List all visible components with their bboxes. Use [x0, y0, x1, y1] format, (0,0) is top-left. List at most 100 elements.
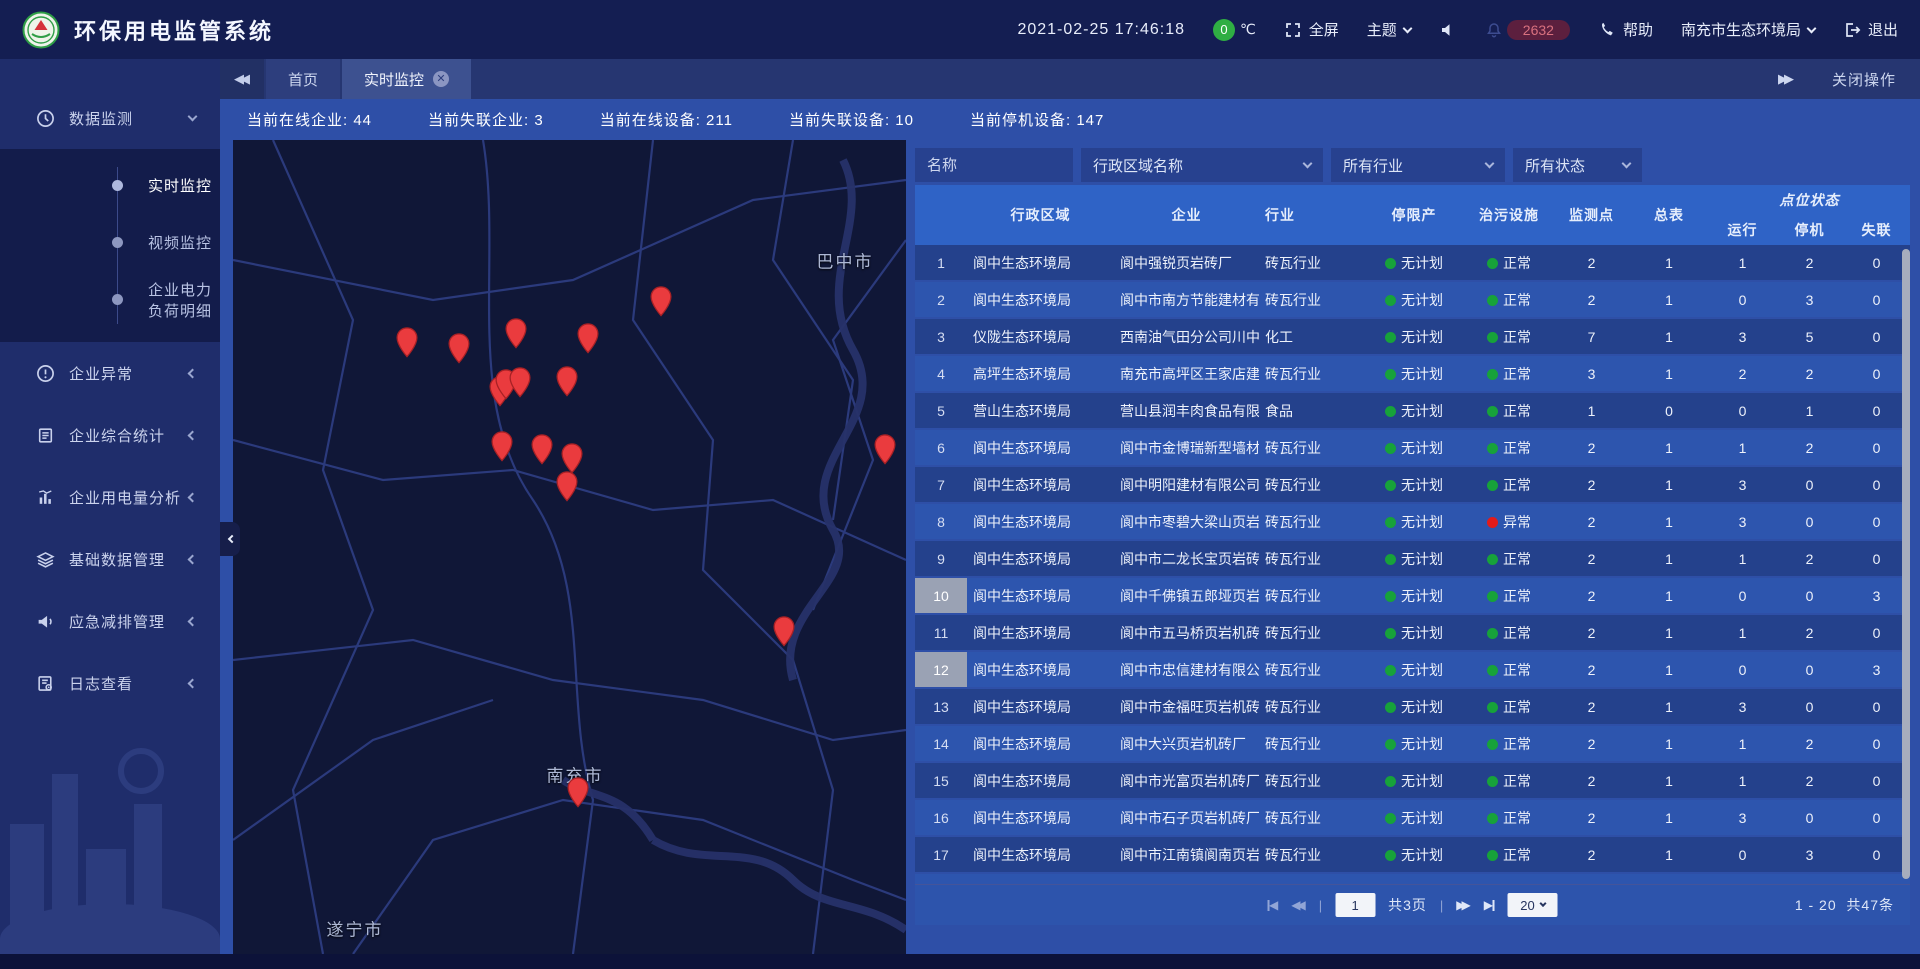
sidebar-group-6[interactable]: 应急减排管理 — [0, 590, 220, 652]
current-page-input[interactable]: 1 — [1335, 893, 1375, 917]
table-row[interactable]: 7阆中生态环境局阆中明阳建材有限公司砖瓦行业无计划正常21300 — [915, 467, 1910, 504]
sidebar-group-1[interactable]: 数据监测 — [0, 87, 220, 149]
cell-index: 1 — [915, 245, 967, 282]
tabs-scroll-left-button[interactable]: ◀◀ — [220, 59, 264, 99]
table-row[interactable]: 11阆中生态环境局阆中市五马桥页岩机砖砖瓦行业无计划正常21120 — [915, 615, 1910, 652]
status-dot — [1487, 776, 1498, 787]
sidebar-group-7[interactable]: 日志查看 — [0, 652, 220, 714]
status-dot — [1487, 554, 1498, 565]
table-row[interactable]: 4高坪生态环境局南充市高坪区王家店建砖瓦行业无计划正常31220 — [915, 356, 1910, 393]
table-scrollbar[interactable] — [1902, 249, 1910, 879]
table-row[interactable]: 14阆中生态环境局阆中大兴页岩机砖厂砖瓦行业无计划正常21120 — [915, 726, 1910, 763]
map-pin[interactable] — [561, 443, 584, 474]
region-filter-select[interactable]: 行政区域名称 — [1081, 148, 1323, 182]
panel-collapse-handle[interactable] — [220, 522, 240, 556]
table-row[interactable]: 18南部生态环境局南部县双化水泥有限公砖瓦行业无计划正常60060 — [915, 874, 1910, 884]
org-menu[interactable]: 南充市生态环境局 — [1681, 19, 1815, 40]
table-row[interactable]: 8阆中生态环境局阆中市枣碧大梁山页岩砖瓦行业无计划异常21300 — [915, 504, 1910, 541]
table-row[interactable]: 13阆中生态环境局阆中市金福旺页岩机砖砖瓦行业无计划正常21300 — [915, 689, 1910, 726]
sidebar-item-3[interactable]: 企业电力负荷明细 — [0, 271, 220, 328]
map-pin[interactable] — [874, 434, 897, 465]
map-pin[interactable] — [567, 777, 590, 808]
map-pin[interactable] — [577, 323, 600, 354]
notifications-button[interactable]: 2632 — [1485, 20, 1570, 40]
sidebar-group-5[interactable]: 基础数据管理 — [0, 528, 220, 590]
sidebar-group-2[interactable]: 企业异常 — [0, 342, 220, 404]
cell-points: 2 — [1554, 430, 1629, 467]
sidebar-item-2[interactable]: 视频监控 — [0, 214, 220, 271]
cell-limit-status: 无计划 — [1364, 615, 1464, 652]
cell-index: 14 — [915, 726, 967, 763]
cell-stopped: 0 — [1776, 504, 1843, 541]
help-button[interactable]: 帮助 — [1598, 19, 1653, 40]
map-pin[interactable] — [556, 471, 579, 502]
map-pin[interactable] — [491, 431, 514, 462]
map-pin[interactable] — [509, 367, 532, 398]
status-dot — [1385, 295, 1396, 306]
table-row[interactable]: 10阆中生态环境局阆中千佛镇五郎垭页岩砖瓦行业无计划正常21003 — [915, 578, 1910, 615]
page-size-select[interactable]: 20 — [1508, 893, 1558, 917]
tab-close-icon[interactable]: ✕ — [433, 71, 449, 87]
cell-region: 阆中生态环境局 — [967, 652, 1114, 689]
map-pin[interactable] — [505, 318, 528, 349]
table-row[interactable]: 12阆中生态环境局阆中市忠信建材有限公砖瓦行业无计划正常21003 — [915, 652, 1910, 689]
map-panel[interactable]: 巴中市南充市遂宁市 — [233, 140, 906, 954]
sidebar-group-3[interactable]: 企业综合统计 — [0, 404, 220, 466]
status-dot — [1487, 332, 1498, 343]
tab-realtime-monitor[interactable]: 实时监控 ✕ — [342, 59, 471, 99]
alert-icon — [36, 364, 55, 383]
chevron-left-icon — [188, 492, 198, 502]
table-row[interactable]: 17阆中生态环境局阆中市江南镇阆南页岩砖瓦行业无计划正常21030 — [915, 837, 1910, 874]
cell-running: 0 — [1709, 874, 1776, 884]
cell-running: 1 — [1709, 615, 1776, 652]
cell-limit-status: 无计划 — [1364, 319, 1464, 356]
sidebar-group-4[interactable]: 企业用电量分析 — [0, 466, 220, 528]
table-row[interactable]: 15阆中生态环境局阆中市光富页岩机砖厂砖瓦行业无计划正常21120 — [915, 763, 1910, 800]
status-dot — [1385, 406, 1396, 417]
cell-industry: 砖瓦行业 — [1259, 356, 1364, 393]
phone-icon — [1598, 21, 1616, 39]
cell-offline: 0 — [1843, 282, 1910, 319]
cell-limit-status: 无计划 — [1364, 467, 1464, 504]
temperature-indicator: 0 ℃ — [1213, 19, 1256, 41]
tabs-scroll-right-button[interactable]: ▶▶ — [1778, 71, 1794, 87]
last-page-button[interactable]: ▶ — [1484, 898, 1495, 912]
map-pin[interactable] — [650, 286, 673, 317]
name-filter-input[interactable] — [915, 148, 1073, 182]
prev-page-button[interactable]: ◀◀ — [1291, 898, 1305, 912]
cell-limit-status: 无计划 — [1364, 874, 1464, 884]
cell-region: 阆中生态环境局 — [967, 541, 1114, 578]
cell-facility-status: 正常 — [1464, 467, 1554, 504]
logout-button[interactable]: 退出 — [1843, 19, 1898, 40]
table-row[interactable]: 5营山生态环境局营山县润丰肉食品有限食品无计划正常10010 — [915, 393, 1910, 430]
status-dot — [1487, 628, 1498, 639]
industry-filter-select[interactable]: 所有行业 — [1331, 148, 1505, 182]
map-pin[interactable] — [531, 434, 554, 465]
first-page-button[interactable]: ◀ — [1267, 898, 1278, 912]
map-pin[interactable] — [556, 366, 579, 397]
table-row[interactable]: 9阆中生态环境局阆中市二龙长宝页岩砖砖瓦行业无计划正常21120 — [915, 541, 1910, 578]
total-pages-label: 共3页 — [1388, 895, 1427, 915]
chevron-left-icon — [227, 535, 235, 543]
cell-index: 6 — [915, 430, 967, 467]
next-page-button[interactable]: ▶▶ — [1456, 898, 1470, 912]
table-row[interactable]: 3仪陇生态环境局西南油气田分公司川中化工无计划正常71350 — [915, 319, 1910, 356]
theme-menu[interactable]: 主题 — [1367, 19, 1411, 40]
cell-facility-status: 正常 — [1464, 541, 1554, 578]
status-dot — [1487, 480, 1498, 491]
cell-index: 10 — [915, 578, 967, 615]
sidebar-item-1[interactable]: 实时监控 — [0, 157, 220, 214]
mute-speaker-icon[interactable] — [1439, 21, 1457, 39]
status-filter-select[interactable]: 所有状态 — [1513, 148, 1642, 182]
map-pin[interactable] — [773, 616, 796, 647]
table-row[interactable]: 16阆中生态环境局阆中市石子页岩机砖厂砖瓦行业无计划正常21300 — [915, 800, 1910, 837]
map-pin[interactable] — [448, 333, 471, 364]
close-operations-button[interactable]: 关闭操作 — [1832, 69, 1896, 90]
status-dot — [1385, 517, 1396, 528]
table-row[interactable]: 1阆中生态环境局阆中强锐页岩砖厂砖瓦行业无计划正常21120 — [915, 245, 1910, 282]
tab-home[interactable]: 首页 — [266, 59, 340, 99]
table-row[interactable]: 2阆中生态环境局阆中市南方节能建材有砖瓦行业无计划正常21030 — [915, 282, 1910, 319]
table-row[interactable]: 6阆中生态环境局阆中市金博瑞新型墙材砖瓦行业无计划正常21120 — [915, 430, 1910, 467]
map-pin[interactable] — [396, 327, 419, 358]
fullscreen-button[interactable]: 全屏 — [1284, 19, 1339, 40]
